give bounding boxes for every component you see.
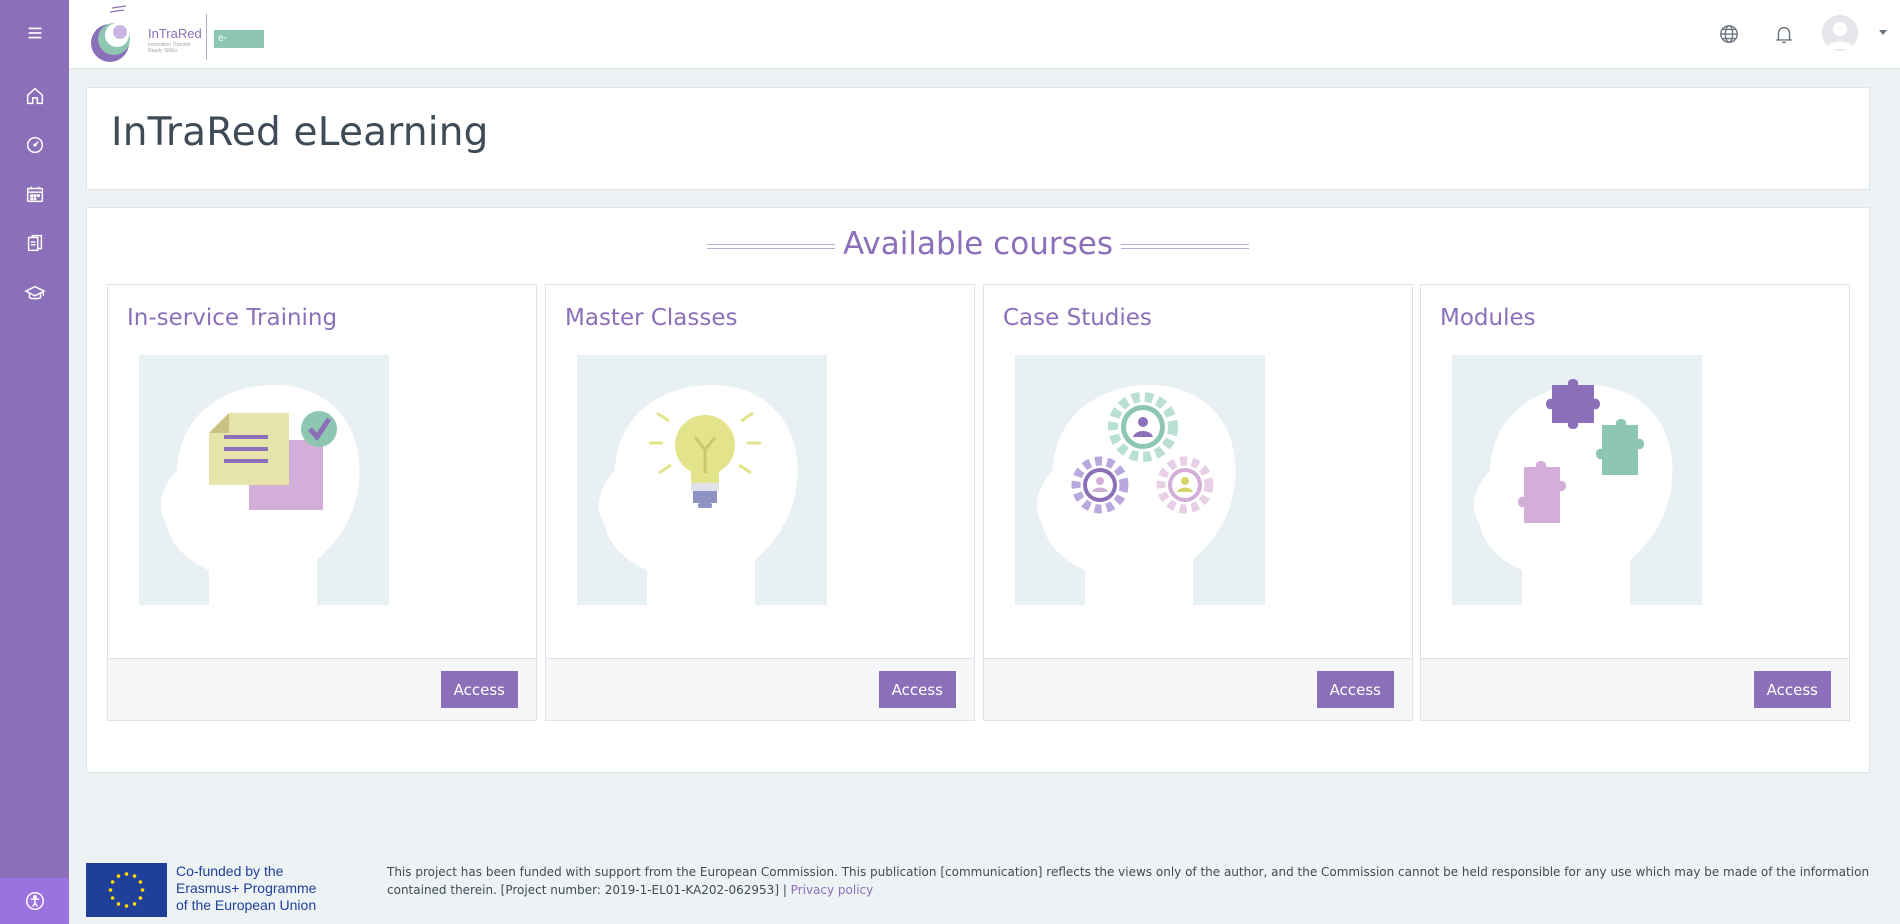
disclaimer-text: This project has been funded with suppor… <box>387 865 1870 897</box>
section-heading: Available courses <box>87 226 1869 262</box>
sidebar-item-calendar[interactable] <box>0 174 69 214</box>
menu-toggle-button[interactable] <box>0 13 69 53</box>
course-title[interactable]: Case Studies <box>1003 305 1152 331</box>
course-footer: Access <box>546 658 974 720</box>
sidebar-item-dashboard[interactable] <box>0 125 69 165</box>
accessibility-button[interactable] <box>0 878 69 924</box>
section-heading-text: Available courses <box>843 226 1113 262</box>
access-button-case-studies[interactable]: Access <box>1316 671 1394 708</box>
course-card-case-studies: Case Studies Access <box>983 284 1413 721</box>
notifications-button[interactable] <box>1770 20 1798 48</box>
logo-divider <box>206 14 207 60</box>
accessibility-icon <box>25 892 44 910</box>
heading-line-left <box>707 243 836 249</box>
footer-disclaimer: This project has been funded with suppor… <box>387 863 1887 899</box>
course-image[interactable] <box>577 355 827 605</box>
language-button[interactable] <box>1715 20 1743 48</box>
course-image[interactable] <box>1452 355 1702 605</box>
access-button-in-service-training[interactable]: Access <box>440 671 518 708</box>
sidebar-item-home[interactable] <box>0 76 69 116</box>
site-logo[interactable]: InTraRed Innovation Transfer Ready SMEs … <box>84 4 264 64</box>
course-footer: Access <box>984 658 1412 720</box>
page-title: InTraRed eLearning <box>111 110 489 155</box>
page-footer: Co-funded by the Erasmus+ Programme of t… <box>69 858 1900 924</box>
calendar-icon <box>26 186 43 203</box>
eu-flag <box>86 863 167 917</box>
graduation-cap-icon <box>23 285 46 300</box>
lightbulb-icon <box>598 385 798 605</box>
access-button-master-classes[interactable]: Access <box>878 671 956 708</box>
course-card-master-classes: Master Classes Access <box>545 284 975 721</box>
course-title[interactable]: Master Classes <box>565 305 738 331</box>
course-title[interactable]: In-service Training <box>127 305 337 331</box>
course-footer: Access <box>108 658 536 720</box>
access-button-modules[interactable]: Access <box>1753 671 1831 708</box>
user-avatar[interactable] <box>1822 15 1858 51</box>
privacy-policy-link[interactable]: Privacy policy <box>791 883 874 897</box>
bell-icon <box>1775 26 1793 44</box>
globe-icon <box>1720 25 1738 43</box>
top-navbar: InTraRed Innovation Transfer Ready SMEs … <box>69 0 1900 69</box>
heading-line-right <box>1120 243 1249 249</box>
eu-line-1: Co-funded by the <box>176 863 284 879</box>
document-check-icon <box>160 385 360 605</box>
sidebar-item-my-courses[interactable] <box>0 273 69 313</box>
available-courses-section: Available courses In-service Training Ac… <box>86 207 1870 773</box>
user-menu-caret[interactable] <box>1879 30 1887 35</box>
sidebar-item-content-bank[interactable] <box>0 223 69 263</box>
sidebar <box>0 0 69 924</box>
course-image[interactable] <box>1015 355 1265 605</box>
puzzle-icon <box>1473 379 1673 605</box>
eu-stars-icon <box>108 872 145 908</box>
intrared-logo-mark <box>91 5 130 62</box>
logo-tagline: Innovation Transfer Ready SMEs <box>148 42 191 54</box>
dashboard-icon <box>26 136 43 154</box>
course-card-modules: Modules Access <box>1420 284 1850 721</box>
elearning-badge: e-learning <box>214 30 264 62</box>
home-icon <box>26 87 43 105</box>
user-silhouette-icon <box>1827 22 1853 49</box>
course-card-in-service-training: In-service Training Access <box>107 284 537 721</box>
course-footer: Access <box>1421 658 1849 720</box>
hamburger-icon <box>28 27 41 39</box>
logo-name: InTraRed <box>148 26 202 41</box>
people-gears-icon <box>1036 385 1236 605</box>
files-icon <box>27 234 42 252</box>
eu-cofunded-text: Co-funded by the Erasmus+ Programme of t… <box>176 863 316 914</box>
course-title[interactable]: Modules <box>1440 305 1536 331</box>
course-image[interactable] <box>139 355 389 605</box>
page-header-card: InTraRed eLearning <box>86 87 1870 190</box>
eu-line-3: of the European Union <box>176 897 317 913</box>
eu-line-2: Erasmus+ Programme <box>176 880 317 896</box>
